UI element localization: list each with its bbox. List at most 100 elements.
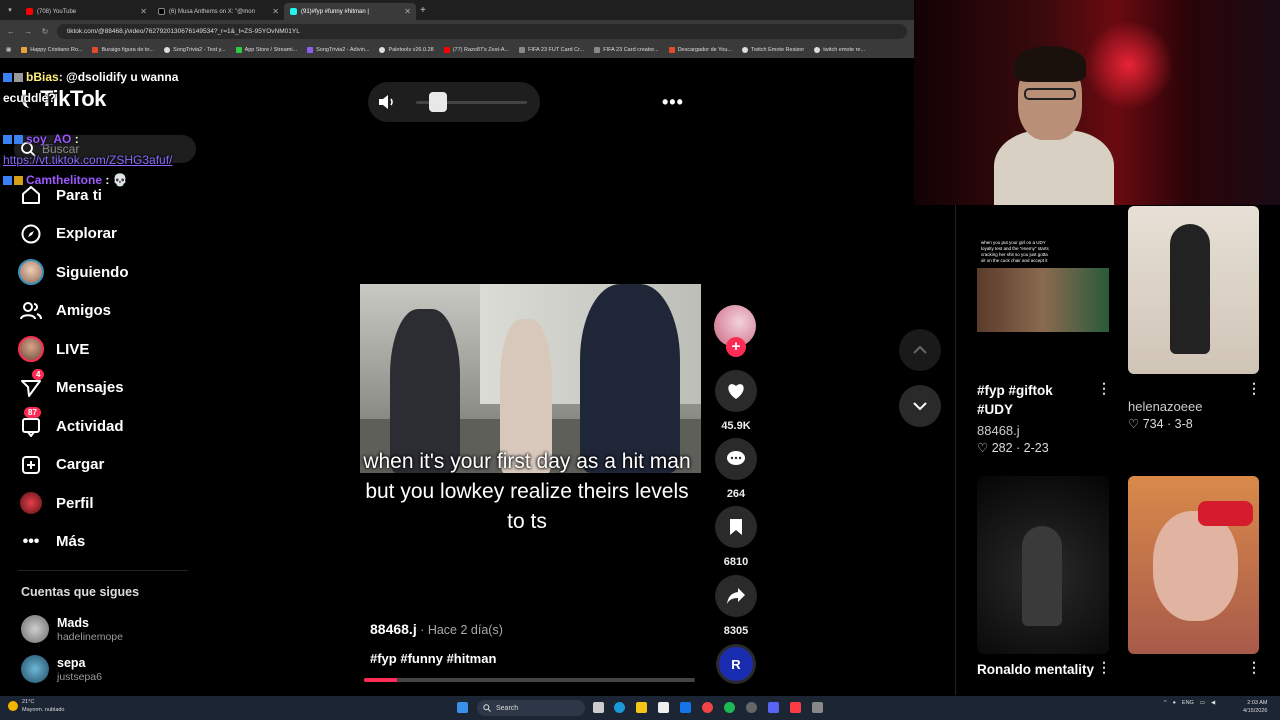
nav-label: Mensajes <box>56 379 124 397</box>
url-field[interactable]: tiktok.com/@88468.j/video/76279201306761… <box>57 23 907 39</box>
share-icon[interactable] <box>715 575 757 617</box>
tab-youtube[interactable]: (708) YouTube ✕ <box>20 3 152 20</box>
chat-link[interactable]: https://vt.tiktok.com/ZSHG3afuf/ <box>3 153 172 167</box>
video-player[interactable] <box>360 284 701 473</box>
mail-icon[interactable] <box>680 702 691 713</box>
file-explorer-icon[interactable] <box>636 702 647 713</box>
video-card-author[interactable]: 88468.j <box>977 423 1020 438</box>
bookmark[interactable]: (77) Razo87's Zest-A... <box>443 47 509 53</box>
back-icon[interactable]: ← <box>6 27 16 36</box>
search-icon <box>483 704 491 712</box>
music-disc-icon[interactable]: R <box>716 644 756 684</box>
video-card-thumbnail[interactable]: when you put your girl on a UDY loyalty … <box>977 206 1109 374</box>
close-icon[interactable]: ✕ <box>272 7 279 16</box>
spotify-icon[interactable] <box>724 702 735 713</box>
next-video-button[interactable] <box>899 385 941 427</box>
chat-message: Camthelitone : 💀 <box>3 170 203 191</box>
bookmark[interactable]: FIFA 23 Card creator... <box>594 47 659 53</box>
bookmark[interactable]: App Store / Streami... <box>235 47 297 53</box>
volume-slider-knob[interactable] <box>429 92 448 112</box>
like-button[interactable]: 45.9K <box>714 370 758 432</box>
nav-amigos[interactable]: Amigos <box>18 292 198 331</box>
nav-actividad[interactable]: 87 Actividad <box>18 407 198 446</box>
card-more-icon[interactable]: ⋮ <box>1247 380 1261 397</box>
nav-mas[interactable]: ••• Más <box>18 523 198 562</box>
card-more-icon[interactable]: ⋮ <box>1097 659 1111 676</box>
forward-icon[interactable]: → <box>23 27 33 36</box>
microphone-icon[interactable]: ● <box>1173 700 1176 706</box>
close-icon[interactable]: ✕ <box>140 7 147 16</box>
weather-widget[interactable]: 21°C Mayorm. nublado <box>8 698 65 714</box>
bookmark-icon[interactable] <box>715 506 757 548</box>
nav-perfil[interactable]: Perfil <box>18 484 198 523</box>
siguiendo-avatar-wrap <box>18 259 44 286</box>
chat-username: bBias <box>26 70 59 84</box>
following-name: sepa <box>57 655 86 670</box>
nav-mensajes[interactable]: 4 Mensajes <box>18 368 198 408</box>
bookmark[interactable]: Buraigo figura de to... <box>92 47 154 53</box>
previous-video-button[interactable] <box>899 329 941 371</box>
bookmark[interactable]: twitch emote re... <box>814 47 865 53</box>
card-more-icon[interactable]: ⋮ <box>1097 380 1111 397</box>
reload-icon[interactable]: ↻ <box>40 27 50 36</box>
tab-x[interactable]: (6) Musa Anthems on X: "@mon ✕ <box>152 3 284 20</box>
app-icon[interactable] <box>812 702 823 713</box>
tab-list-icon[interactable]: ▾ <box>0 6 20 14</box>
edge-icon[interactable] <box>614 702 625 713</box>
volume-control[interactable] <box>368 82 540 122</box>
bookmark[interactable]: Twitch Emote Resizer <box>742 47 804 53</box>
video-card-title[interactable]: Ronaldo mentality <box>977 660 1117 679</box>
video-progress-bar[interactable] <box>364 678 695 682</box>
bookmark[interactable]: Happy Cristiano Ro... <box>21 47 82 53</box>
bookmark[interactable]: SongTrivia2 - Adivin... <box>307 47 369 53</box>
apps-icon[interactable]: ▦ <box>6 47 11 53</box>
video-card-thumbnail[interactable] <box>1128 206 1259 374</box>
video-card-thumbnail[interactable] <box>977 476 1109 654</box>
windows-start-icon[interactable] <box>457 702 468 713</box>
nav-explorar[interactable]: Explorar <box>18 215 198 254</box>
network-icon[interactable]: ▭ <box>1200 700 1205 706</box>
video-author[interactable]: 88468.j <box>370 621 417 637</box>
heart-icon[interactable] <box>715 370 757 412</box>
chrome-icon[interactable] <box>702 702 713 713</box>
more-options-icon[interactable]: ••• <box>662 92 684 113</box>
card-more-icon[interactable]: ⋮ <box>1247 659 1261 676</box>
store-icon[interactable] <box>658 702 669 713</box>
bookmark[interactable]: Descargador de You... <box>668 47 732 53</box>
nav-live[interactable]: LIVE <box>18 330 198 369</box>
video-hashtags[interactable]: #fyp #funny #hitman <box>370 651 496 666</box>
following-item[interactable]: Mads hadelinemope <box>21 615 123 643</box>
nav-siguiendo[interactable]: Siguiendo <box>18 253 198 292</box>
new-tab-button[interactable]: + <box>420 5 426 16</box>
bookmark[interactable]: SongTrivia2 - Test y... <box>164 47 226 53</box>
obs-icon[interactable] <box>746 702 757 713</box>
comment-count: 264 <box>726 488 746 500</box>
nav-cargar[interactable]: Cargar <box>18 446 198 485</box>
follow-plus-icon[interactable]: + <box>726 337 746 357</box>
close-icon[interactable]: ✕ <box>404 7 411 16</box>
speaker-icon[interactable] <box>378 94 396 110</box>
task-view-icon[interactable] <box>593 702 604 713</box>
chevron-up-icon[interactable]: ^ <box>1164 700 1167 706</box>
music-icon[interactable] <box>790 702 801 713</box>
volume-icon[interactable]: ◀ <box>1211 700 1215 706</box>
following-item[interactable]: sepa justsepa6 <box>21 655 102 683</box>
video-card-title[interactable]: #fyp #giftok #UDY <box>977 381 1087 419</box>
save-button[interactable]: 6810 <box>714 506 758 568</box>
taskbar-search[interactable]: Search <box>477 700 585 716</box>
share-button[interactable]: 8305 <box>714 575 758 637</box>
tab-tiktok[interactable]: (91)#fyp #funny #hitman | ✕ <box>284 3 416 20</box>
bookmark[interactable]: Paletools v26.0.28 <box>379 47 434 53</box>
video-card-thumbnail[interactable] <box>1128 476 1259 654</box>
clock[interactable]: 2:03 AM 4/15/2026 <box>1243 699 1267 715</box>
language-indicator[interactable]: ENG <box>1182 700 1194 706</box>
bookmark-icon <box>307 47 314 53</box>
more-icon: ••• <box>22 532 40 550</box>
bookmark-icon <box>21 47 28 53</box>
comment-button[interactable]: 264 <box>714 438 758 500</box>
discord-icon[interactable] <box>768 702 779 713</box>
video-card-author[interactable]: helenazoeee <box>1128 399 1202 414</box>
bookmark[interactable]: FIFA 23 FUT Card Cr... <box>519 47 584 53</box>
comment-icon[interactable] <box>715 438 757 480</box>
taskbar: 21°C Mayorm. nublado Search ^ ● ENG ▭ ◀ 2… <box>0 696 1280 720</box>
